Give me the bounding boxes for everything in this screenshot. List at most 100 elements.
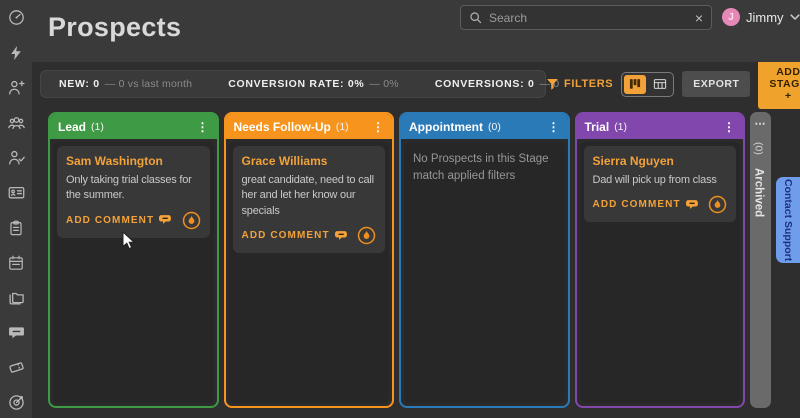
stage-menu-icon[interactable]: ⋮	[197, 121, 209, 133]
stat-new: NEW: 0 — 0 vs last month	[59, 78, 192, 90]
stat-new-value: NEW: 0	[59, 78, 100, 90]
stage-menu-icon[interactable]: ⋮	[548, 121, 560, 133]
add-comment-button[interactable]: ADD COMMENT	[593, 199, 699, 211]
stat-conversion-rate-delta: — 0%	[369, 78, 398, 90]
stage-header-lead: Lead (1) ⋮	[50, 114, 217, 139]
stage-title: Appointment	[409, 120, 483, 134]
stage-column-appointment: Appointment (0) ⋮ No Prospects in this S…	[399, 112, 570, 408]
search-bar[interactable]: ×	[460, 5, 712, 30]
lightning-bolt-icon[interactable]	[8, 44, 25, 61]
user-menu[interactable]: J Jimmy	[722, 8, 800, 26]
stage-count: (1)	[614, 121, 627, 133]
people-group-icon[interactable]	[8, 114, 25, 131]
prospect-card[interactable]: Sierra Nguyen Dad will pick up from clas…	[584, 146, 737, 222]
export-button[interactable]: EXPORT	[682, 71, 750, 97]
table-view-button[interactable]	[649, 75, 671, 94]
stage-card-list: Sierra Nguyen Dad will pick up from clas…	[580, 142, 741, 403]
hot-rating-icon[interactable]	[182, 211, 201, 230]
stage-header-trial: Trial (1) ⋮	[577, 114, 744, 139]
prospect-note: great candidate, need to call her and le…	[242, 173, 377, 219]
filters-button[interactable]: FILTERS	[546, 78, 613, 91]
top-header: Prospects × J Jimmy	[32, 0, 800, 62]
kanban-board: Lead (1) ⋮ Sam Washington Only taking tr…	[48, 112, 771, 408]
stage-menu-icon[interactable]: ⋮	[372, 121, 384, 133]
folders-icon[interactable]	[8, 289, 25, 306]
stage-card-list: Grace Williams great candidate, need to …	[229, 142, 390, 403]
contact-support-label: Contact Support	[782, 179, 794, 261]
dashboard-gauge-icon[interactable]	[8, 9, 25, 26]
add-comment-label: ADD COMMENT	[66, 215, 154, 226]
stage-column-trial: Trial (1) ⋮ Sierra Nguyen Dad will pick …	[575, 112, 746, 408]
stage-card-list: Sam Washington Only taking trial classes…	[53, 142, 214, 403]
prospect-name: Sierra Nguyen	[593, 154, 728, 168]
contact-support-tab[interactable]: Contact Support	[776, 177, 800, 263]
stage-count: (1)	[336, 121, 349, 133]
avatar: J	[722, 8, 740, 26]
ticket-icon[interactable]	[8, 359, 25, 376]
prospect-card[interactable]: Grace Williams great candidate, need to …	[233, 146, 386, 253]
prospect-note: Dad will pick up from class	[593, 173, 728, 188]
filters-label: FILTERS	[564, 78, 613, 90]
stage-header-appointment: Appointment (0) ⋮	[401, 114, 568, 139]
archived-label: (0) Archived	[754, 142, 768, 218]
prospect-name: Grace Williams	[242, 154, 377, 168]
stage-title: Lead	[58, 120, 86, 134]
card-footer: ADD COMMENT	[66, 211, 201, 230]
add-comment-label: ADD COMMENT	[242, 230, 330, 241]
comment-bubble-icon	[159, 214, 172, 226]
page-title: Prospects	[48, 12, 181, 43]
archived-count: (0)	[753, 142, 765, 155]
stage-column-lead: Lead (1) ⋮ Sam Washington Only taking tr…	[48, 112, 219, 408]
nav-sidebar	[0, 0, 32, 418]
stage-title: Needs Follow-Up	[234, 120, 331, 134]
stats-bar: NEW: 0 — 0 vs last month CONVERSION RATE…	[40, 70, 546, 98]
stat-conversions-value: CONVERSIONS: 0	[435, 78, 535, 90]
user-name: Jimmy	[746, 10, 784, 25]
toolbar-row: NEW: 0 — 0 vs last month CONVERSION RATE…	[40, 70, 774, 98]
view-toggle	[621, 72, 674, 97]
archived-title: Archived	[753, 168, 765, 217]
prospect-note: Only taking trial classes for the summer…	[66, 173, 201, 204]
stage-count: (0)	[488, 121, 501, 133]
comment-bubble-icon	[686, 199, 699, 211]
clipboard-icon[interactable]	[8, 219, 25, 236]
stat-conversions: CONVERSIONS: 0 — 0	[435, 78, 560, 90]
stat-new-delta: — 0 vs last month	[105, 78, 192, 90]
chevron-down-icon	[790, 14, 800, 21]
stat-conversion-rate: CONVERSION RATE: 0% — 0%	[228, 78, 399, 90]
stage-column-needs-follow-up: Needs Follow-Up (1) ⋮ Grace Williams gre…	[224, 112, 395, 408]
main-content: NEW: 0 — 0 vs last month CONVERSION RATE…	[32, 62, 800, 418]
hot-rating-icon[interactable]	[708, 195, 727, 214]
comment-bubble-icon	[335, 230, 348, 242]
toolbar-actions: FILTERS EXPORT ADD STAGE +	[546, 59, 800, 109]
funnel-icon	[546, 78, 559, 91]
stage-title: Trial	[585, 120, 610, 134]
stat-conversion-rate-value: CONVERSION RATE: 0%	[228, 78, 364, 90]
search-icon	[469, 11, 482, 24]
stage-count: (1)	[91, 121, 104, 133]
kanban-view-button[interactable]	[624, 75, 646, 94]
id-card-icon[interactable]	[8, 184, 25, 201]
add-comment-button[interactable]: ADD COMMENT	[242, 230, 348, 242]
search-input[interactable]	[489, 11, 688, 25]
add-person-icon[interactable]	[8, 79, 25, 96]
prospect-name: Sam Washington	[66, 154, 201, 168]
stage-menu-icon[interactable]: ⋮	[723, 121, 735, 133]
calendar-icon[interactable]	[8, 254, 25, 271]
card-footer: ADD COMMENT	[593, 195, 728, 214]
stage-card-list: No Prospects in this Stage match applied…	[404, 142, 565, 403]
add-comment-label: ADD COMMENT	[593, 199, 681, 210]
search-clear-icon[interactable]: ×	[695, 11, 703, 25]
add-comment-button[interactable]: ADD COMMENT	[66, 214, 172, 226]
add-stage-button[interactable]: ADD STAGE +	[758, 59, 800, 109]
target-goal-icon[interactable]	[8, 394, 25, 411]
hot-rating-icon[interactable]	[357, 226, 376, 245]
stage-header-needs-follow-up: Needs Follow-Up (1) ⋮	[226, 114, 393, 139]
card-footer: ADD COMMENT	[242, 226, 377, 245]
empty-stage-message: No Prospects in this Stage match applied…	[408, 146, 561, 189]
chat-bubble-icon[interactable]	[8, 324, 25, 341]
stage-column-archived-collapsed[interactable]: ⋯ (0) Archived	[750, 112, 771, 408]
stage-menu-icon[interactable]: ⋯	[750, 117, 771, 130]
prospect-card[interactable]: Sam Washington Only taking trial classes…	[57, 146, 210, 238]
person-check-icon[interactable]	[8, 149, 25, 166]
